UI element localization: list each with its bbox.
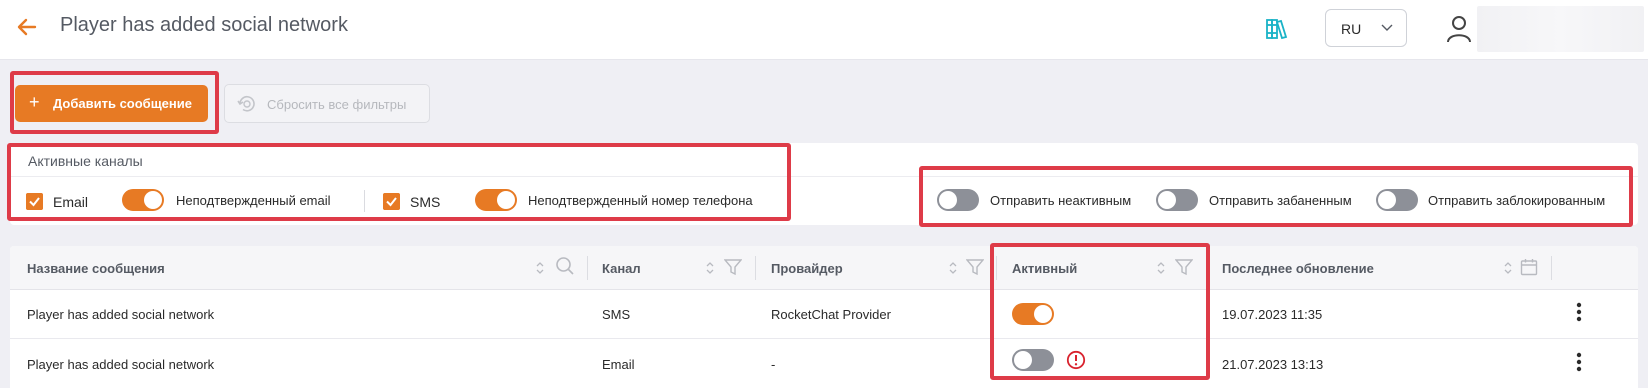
plus-icon: +: [29, 92, 40, 112]
filter-icon[interactable]: [1175, 258, 1193, 276]
row-updated: 21.07.2023 13:13: [1222, 357, 1324, 372]
column-separator: [1206, 256, 1207, 280]
sort-icon[interactable]: [948, 261, 958, 275]
reset-filters-button[interactable]: Сбросить все фильтры: [224, 84, 430, 123]
reset-filters-label: Сбросить все фильтры: [267, 97, 407, 112]
page-title: Player has added social network: [60, 14, 348, 36]
toggle-knob: [1014, 351, 1032, 369]
add-message-button[interactable]: + Добавить сообщение: [15, 85, 208, 122]
sort-icon[interactable]: [705, 261, 715, 275]
column-separator: [587, 256, 588, 280]
row-channel: Email: [602, 357, 635, 372]
user-icon[interactable]: [1446, 15, 1472, 43]
warning-icon[interactable]: [1066, 350, 1086, 370]
send-blocked-label: Отправить заблокированным: [1428, 193, 1606, 208]
column-header-active[interactable]: Активный: [1012, 261, 1077, 276]
row-provider: RocketChat Provider: [771, 307, 891, 322]
toggle-knob: [939, 191, 957, 209]
email-channel-label: Email: [53, 194, 89, 210]
email-unconfirmed-label: Неподтвержденный email: [176, 193, 331, 208]
row-separator: [10, 338, 1638, 339]
sort-icon[interactable]: [1503, 261, 1513, 275]
active-channels-panel: [10, 143, 1638, 225]
search-icon[interactable]: [555, 256, 575, 276]
calendar-icon[interactable]: [1520, 258, 1538, 276]
row-active-toggle[interactable]: [1012, 303, 1054, 325]
filter-icon[interactable]: [724, 258, 742, 276]
toggle-knob: [144, 191, 162, 209]
send-blocked-toggle[interactable]: [1376, 189, 1418, 211]
send-inactive-label: Отправить неактивным: [990, 193, 1132, 208]
reset-filter-icon: [237, 96, 255, 112]
column-header-provider[interactable]: Провайдер: [771, 261, 843, 276]
row-updated: 19.07.2023 11:35: [1222, 307, 1323, 322]
language-value: RU: [1341, 21, 1362, 37]
row-channel: SMS: [602, 307, 631, 322]
column-header-channel[interactable]: Канал: [602, 261, 641, 276]
send-banned-toggle[interactable]: [1156, 189, 1198, 211]
sort-icon[interactable]: [535, 261, 545, 275]
more-options-icon[interactable]: [1576, 352, 1582, 372]
column-header-name[interactable]: Название сообщения: [27, 261, 165, 276]
more-options-icon[interactable]: [1576, 302, 1582, 322]
row-provider: -: [771, 357, 776, 372]
filter-icon[interactable]: [966, 258, 984, 276]
add-message-label: Добавить сообщение: [53, 96, 192, 111]
toggle-knob: [1034, 305, 1052, 323]
active-channels-title: Активные каналы: [28, 153, 143, 169]
toggle-knob: [1158, 191, 1176, 209]
row-message-name[interactable]: Player has added social network: [27, 307, 214, 322]
chevron-down-icon: [1381, 24, 1393, 31]
panel-divider: [10, 176, 1638, 177]
books-icon[interactable]: [1265, 17, 1289, 41]
row-active-toggle[interactable]: [1012, 349, 1054, 371]
toggle-knob: [497, 191, 515, 209]
send-inactive-toggle[interactable]: [937, 189, 979, 211]
sms-unconfirmed-label: Неподтвержденный номер телефона: [528, 193, 753, 208]
language-select[interactable]: RU: [1325, 9, 1407, 47]
sms-checkbox[interactable]: [383, 193, 400, 210]
sort-icon[interactable]: [1156, 261, 1166, 275]
column-header-updated[interactable]: Последнее обновление: [1222, 261, 1374, 276]
user-name-redacted: [1477, 6, 1644, 52]
column-separator: [1551, 256, 1552, 280]
column-separator: [755, 256, 756, 280]
column-separator: [996, 256, 997, 280]
email-unconfirmed-toggle[interactable]: [122, 189, 164, 211]
sms-unconfirmed-toggle[interactable]: [475, 189, 517, 211]
toggle-knob: [1378, 191, 1396, 209]
row-message-name[interactable]: Player has added social network: [27, 357, 214, 372]
sms-channel-label: SMS: [410, 194, 441, 210]
arrow-left-icon[interactable]: [16, 16, 38, 38]
channel-separator: [364, 190, 365, 212]
email-checkbox[interactable]: [26, 193, 43, 210]
send-banned-label: Отправить забаненным: [1209, 193, 1352, 208]
